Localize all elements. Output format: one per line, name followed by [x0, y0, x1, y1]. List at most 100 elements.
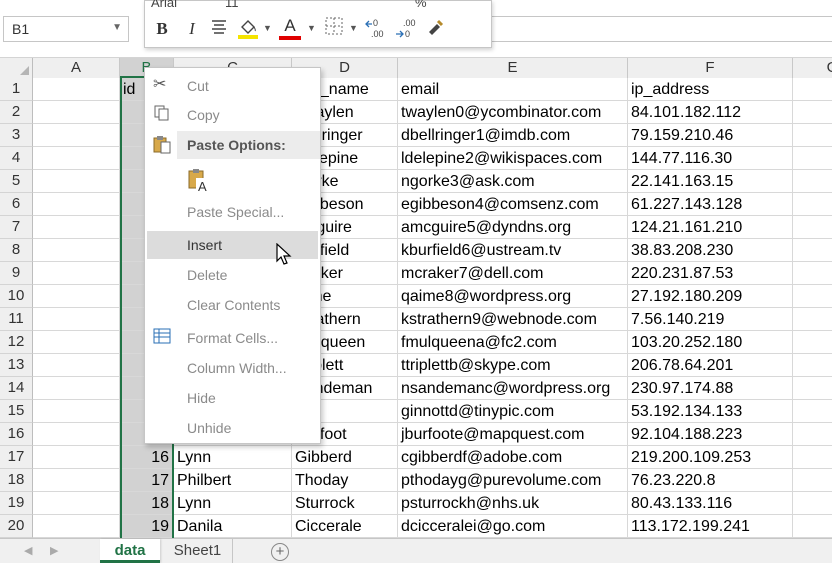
- row-header[interactable]: 16: [0, 423, 33, 446]
- cell-ip-address[interactable]: 61.227.143.128: [628, 193, 793, 216]
- cell-email[interactable]: dcicceralei@go.com: [398, 515, 628, 538]
- row-header[interactable]: 2: [0, 101, 33, 124]
- menu-item-clear-contents[interactable]: Clear Contents: [145, 291, 320, 319]
- row-header[interactable]: 1: [0, 78, 33, 101]
- cell-ip-address[interactable]: 84.101.182.112: [628, 101, 793, 124]
- row-header[interactable]: 9: [0, 262, 33, 285]
- cell-id[interactable]: 17: [120, 469, 174, 492]
- chevron-down-icon[interactable]: ▼: [349, 23, 358, 33]
- cell-g[interactable]: [793, 469, 832, 492]
- cell-email[interactable]: ttriplettb@skype.com: [398, 354, 628, 377]
- cell-a[interactable]: [33, 515, 120, 538]
- cell-id[interactable]: 16: [120, 446, 174, 469]
- cell-g[interactable]: [793, 423, 832, 446]
- cell-ip-address[interactable]: 144.77.116.30: [628, 147, 793, 170]
- menu-item-unhide[interactable]: Unhide: [145, 414, 320, 442]
- row-header[interactable]: 19: [0, 492, 33, 515]
- cell-ip-address[interactable]: 53.192.134.133: [628, 400, 793, 423]
- bold-button[interactable]: B: [153, 17, 171, 41]
- cell-g[interactable]: [793, 492, 832, 515]
- chevron-down-icon[interactable]: ▼: [263, 23, 272, 33]
- row-header[interactable]: 11: [0, 308, 33, 331]
- cell-a[interactable]: [33, 377, 120, 400]
- column-header-g[interactable]: G: [793, 58, 832, 78]
- cell-ip-address[interactable]: 7.56.140.219: [628, 308, 793, 331]
- cell-a[interactable]: [33, 147, 120, 170]
- menu-item-paste-special[interactable]: Paste Special...: [145, 198, 320, 226]
- row-header[interactable]: 14: [0, 377, 33, 400]
- cell-g[interactable]: [793, 400, 832, 423]
- menu-item-insert[interactable]: Insert: [147, 231, 318, 259]
- cell-g[interactable]: [793, 101, 832, 124]
- cell-g[interactable]: [793, 147, 832, 170]
- cell-a[interactable]: [33, 423, 120, 446]
- cell-email[interactable]: twaylen0@ycombinator.com: [398, 101, 628, 124]
- sheet-tab-sheet1[interactable]: Sheet1: [163, 539, 233, 563]
- select-all-button[interactable]: [0, 58, 33, 78]
- percent-style-button[interactable]: %: [415, 0, 427, 10]
- chevron-down-icon[interactable]: ▼: [112, 22, 122, 33]
- cell-g[interactable]: [793, 170, 832, 193]
- cell-g[interactable]: [793, 331, 832, 354]
- cell-id[interactable]: 19: [120, 515, 174, 538]
- cell-g[interactable]: [793, 193, 832, 216]
- borders-button[interactable]: [323, 17, 345, 41]
- scroll-right-icon[interactable]: ▶: [50, 544, 58, 557]
- cell-email[interactable]: mcraker7@dell.com: [398, 262, 628, 285]
- cell-ip-address[interactable]: 27.192.180.209: [628, 285, 793, 308]
- cell-email[interactable]: cgibberdf@adobe.com: [398, 446, 628, 469]
- column-header-f[interactable]: F: [628, 58, 793, 78]
- cell-a[interactable]: [33, 101, 120, 124]
- row-header[interactable]: 20: [0, 515, 33, 538]
- cell-email[interactable]: email: [398, 78, 628, 101]
- cell-last-name[interactable]: Sturrock: [292, 492, 398, 515]
- cell-a[interactable]: [33, 170, 120, 193]
- cell-email[interactable]: qaime8@wordpress.org: [398, 285, 628, 308]
- row-header[interactable]: 15: [0, 400, 33, 423]
- row-header[interactable]: 10: [0, 285, 33, 308]
- cell-g[interactable]: [793, 308, 832, 331]
- cell-email[interactable]: kburfield6@ustream.tv: [398, 239, 628, 262]
- cell-a[interactable]: [33, 446, 120, 469]
- cell-ip-address[interactable]: 76.23.220.8: [628, 469, 793, 492]
- cell-id[interactable]: 18: [120, 492, 174, 515]
- cell-g[interactable]: [793, 262, 832, 285]
- font-color-button[interactable]: A: [279, 17, 301, 41]
- cell-first-name[interactable]: Philbert: [174, 469, 292, 492]
- cell-last-name[interactable]: Ciccerale: [292, 515, 398, 538]
- align-center-button[interactable]: [209, 17, 229, 41]
- cell-email[interactable]: jburfoote@mapquest.com: [398, 423, 628, 446]
- cell-email[interactable]: ldelepine2@wikispaces.com: [398, 147, 628, 170]
- cell-email[interactable]: dbellringer1@imdb.com: [398, 124, 628, 147]
- row-header[interactable]: 5: [0, 170, 33, 193]
- cell-ip-address[interactable]: 38.83.208.230: [628, 239, 793, 262]
- cell-ip-address[interactable]: 230.97.174.88: [628, 377, 793, 400]
- cell-g[interactable]: [793, 515, 832, 538]
- menu-item-format-cells[interactable]: Format Cells...: [145, 324, 320, 352]
- menu-item-column-width[interactable]: Column Width...: [145, 354, 320, 382]
- row-header[interactable]: 6: [0, 193, 33, 216]
- cell-last-name[interactable]: Gibberd: [292, 446, 398, 469]
- row-header[interactable]: 3: [0, 124, 33, 147]
- row-header[interactable]: 8: [0, 239, 33, 262]
- cell-a[interactable]: [33, 492, 120, 515]
- cell-a[interactable]: [33, 78, 120, 101]
- italic-button[interactable]: I: [183, 17, 201, 41]
- row-header[interactable]: 18: [0, 469, 33, 492]
- cell-a[interactable]: [33, 285, 120, 308]
- increase-decimal-button[interactable]: 0.00: [365, 17, 389, 41]
- cell-ip-address[interactable]: 103.20.252.180: [628, 331, 793, 354]
- menu-item-hide[interactable]: Hide: [145, 384, 320, 412]
- decrease-decimal-button[interactable]: .00 0: [395, 17, 419, 41]
- cell-ip-address[interactable]: 79.159.210.46: [628, 124, 793, 147]
- cell-a[interactable]: [33, 216, 120, 239]
- cell-email[interactable]: psturrockh@nhs.uk: [398, 492, 628, 515]
- column-header-a[interactable]: A: [33, 58, 120, 78]
- column-header-e[interactable]: E: [398, 58, 628, 78]
- cell-ip-address[interactable]: 220.231.87.53: [628, 262, 793, 285]
- cell-g[interactable]: [793, 285, 832, 308]
- cell-g[interactable]: [793, 446, 832, 469]
- cell-a[interactable]: [33, 239, 120, 262]
- cell-first-name[interactable]: Lynn: [174, 446, 292, 469]
- cell-g[interactable]: [793, 377, 832, 400]
